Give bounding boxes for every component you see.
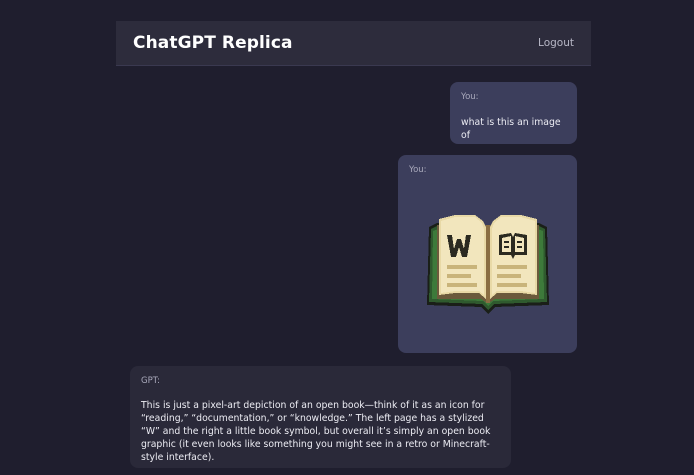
user-message: You: what is this an image of bbox=[450, 82, 577, 144]
message-text: what is this an image of bbox=[461, 117, 561, 141]
message-sender: GPT: bbox=[141, 376, 160, 386]
user-image-message: You: bbox=[398, 155, 577, 353]
message-sender: You: bbox=[461, 92, 479, 102]
gpt-message: GPT: This is just a pixel-art depiction … bbox=[130, 366, 511, 468]
app-header: ChatGPT Replica Logout bbox=[116, 21, 591, 66]
message-text: This is just a pixel-art depiction of an… bbox=[141, 400, 491, 463]
app-title: ChatGPT Replica bbox=[133, 33, 293, 53]
logout-button[interactable]: Logout bbox=[538, 37, 574, 49]
open-book-icon bbox=[427, 215, 549, 314]
message-sender: You: bbox=[409, 165, 427, 175]
